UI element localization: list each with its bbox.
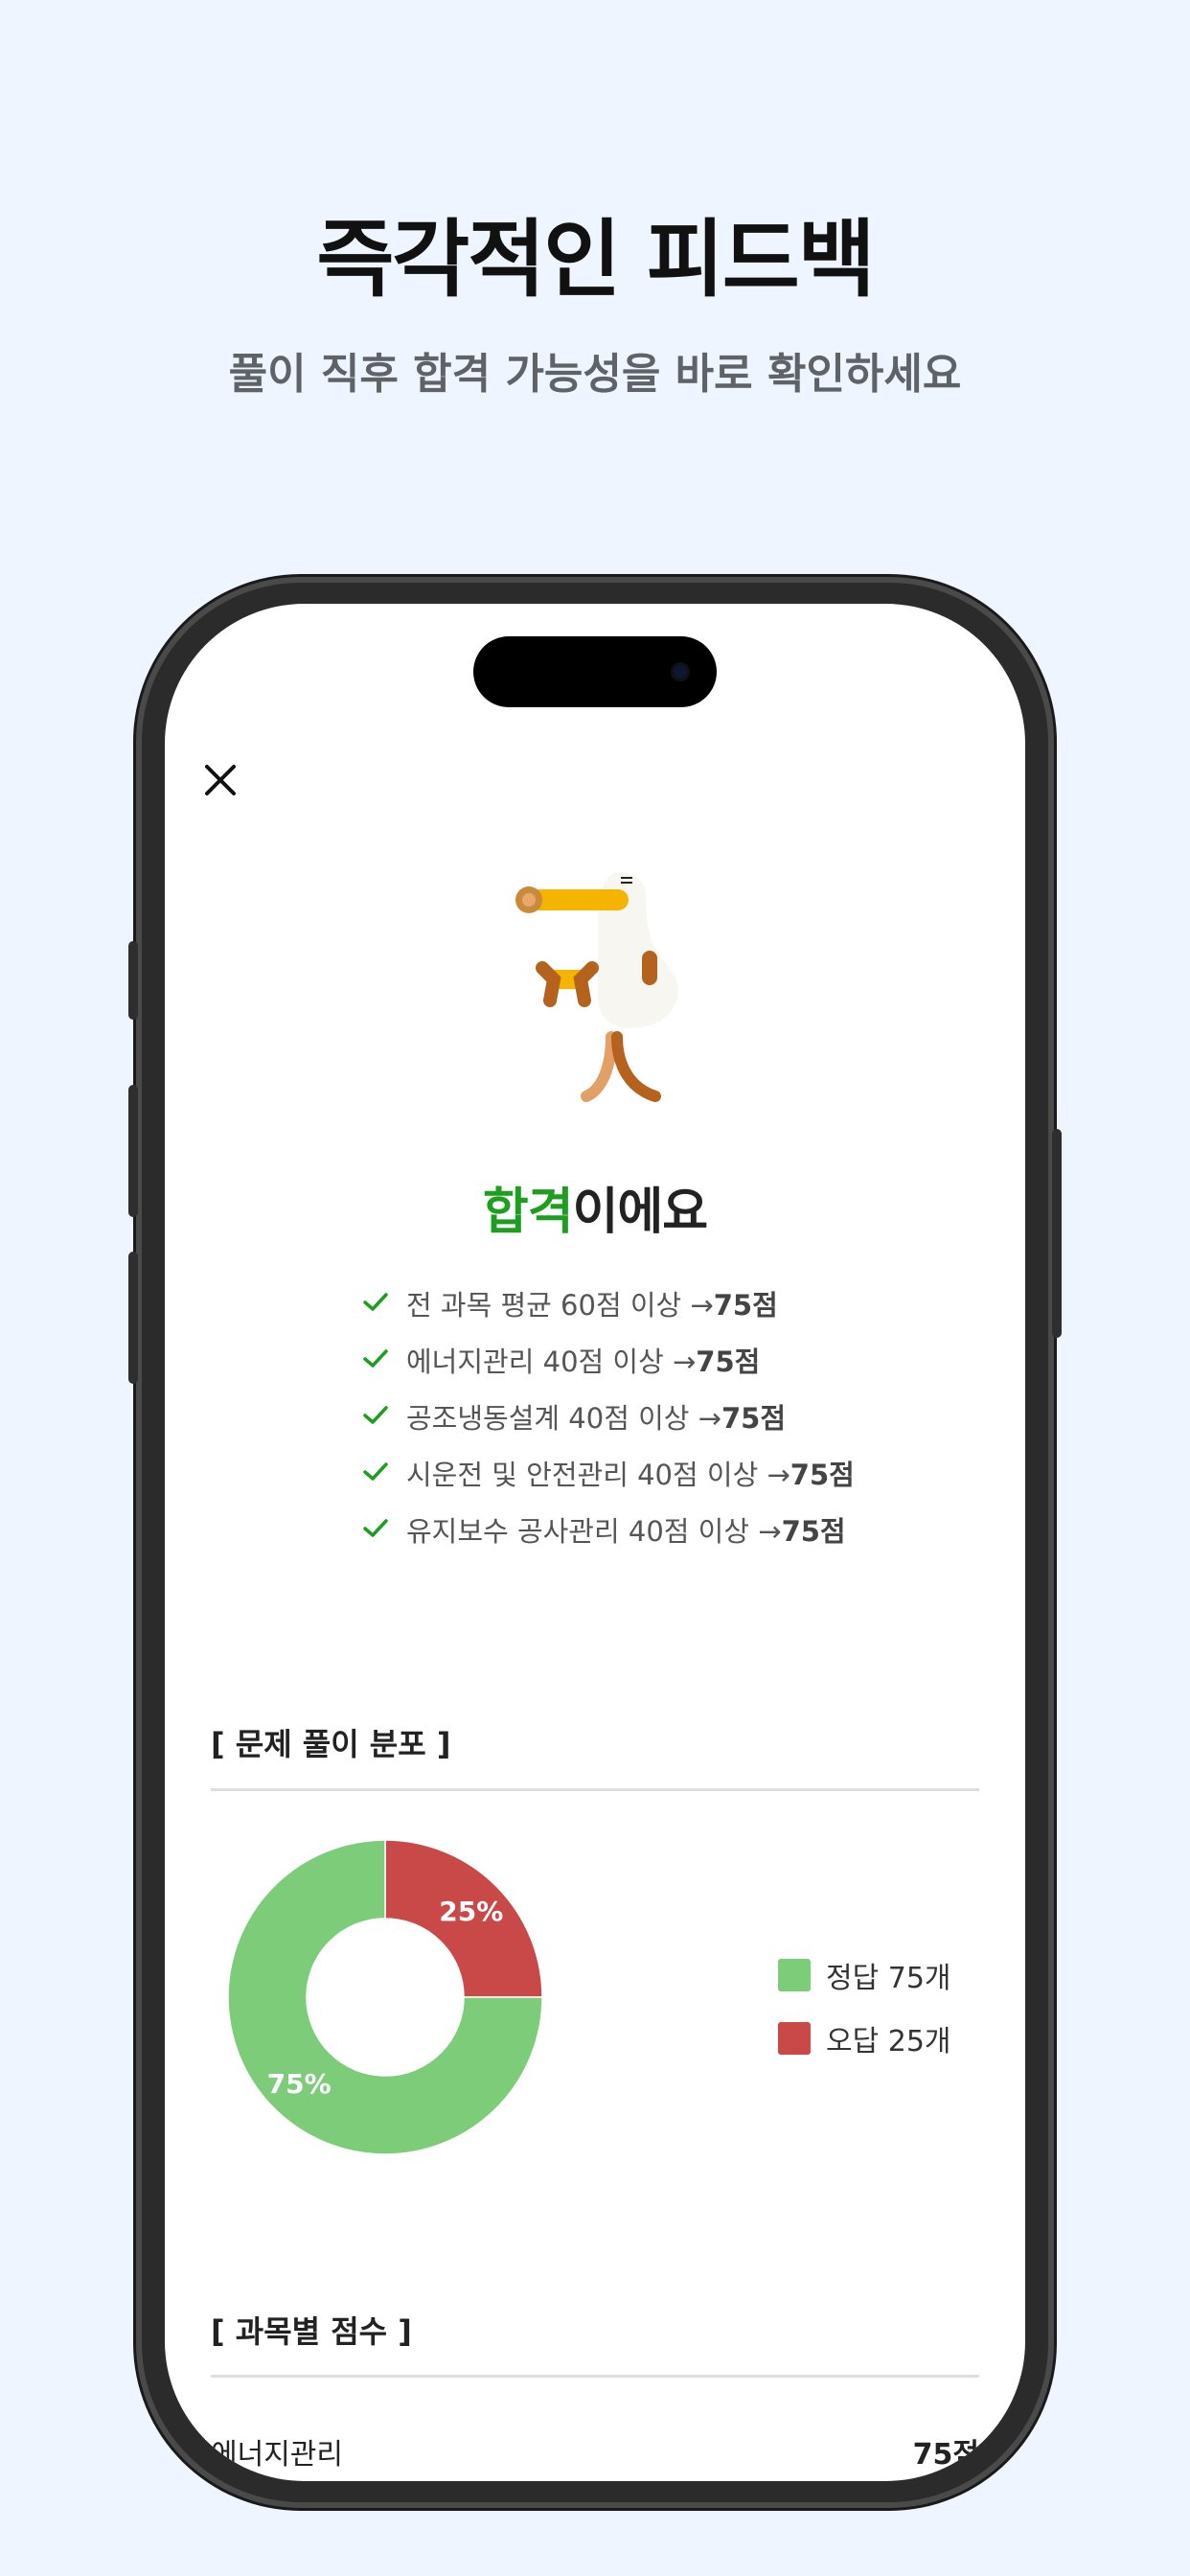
legend-label: 정답 75개 [826,1962,951,1995]
criteria-score: 75점 [696,1345,761,1378]
phone-volume-down [128,1252,138,1384]
criteria-label: 전 과목 평균 60점 이상 → [406,1288,714,1322]
result-title: 합격이에요 [165,1171,1025,1243]
criteria-label: 유지보수 공사관리 40점 이상 → [406,1514,782,1548]
section-divider [211,1788,979,1791]
check-icon [362,1287,406,1320]
chart-legend: 정답 75개 오답 25개 [778,1944,951,2070]
criteria-label: 에너지관리 40점 이상 → [406,1345,697,1378]
check-icon [362,1513,406,1546]
check-icon [362,1457,406,1489]
subject-score-row: 에너지관리 75점 [211,2430,979,2472]
criteria-item: 시운전 및 안전관리 40점 이상 → 75점 [362,1444,855,1501]
camera-icon [671,662,690,681]
result-title-suffix: 이에요 [572,1184,709,1241]
mascot-illustration [515,872,678,1102]
legend-swatch [778,2022,811,2055]
criteria-score: 75점 [713,1288,778,1322]
criteria-score: 75점 [721,1401,787,1435]
legend-label: 오답 25개 [826,2025,951,2058]
pass-criteria-list: 전 과목 평균 60점 이상 → 75점 에너지관리 40점 이상 → 75점 … [362,1275,855,1557]
promo-title: 즉각적인 피드백 [316,210,875,309]
criteria-label: 시운전 및 안전관리 40점 이상 → [406,1458,790,1491]
dynamic-island [473,636,717,707]
phone-action-button [128,941,138,1020]
criteria-label: 공조냉동설계 40점 이상 → [406,1401,721,1435]
close-button[interactable] [197,757,243,803]
check-icon [362,1400,406,1433]
criteria-score: 75점 [781,1514,846,1548]
phone-frame: 합격이에요 전 과목 평균 60점 이상 → 75점 에너지관리 40점 이상 … [128,577,1062,2508]
criteria-item: 공조냉동설계 40점 이상 → 75점 [362,1388,855,1444]
subject-score: 75점 [912,2438,979,2472]
promo-subtitle: 풀이 직후 합격 가능성을 바로 확인하세요 [228,350,962,399]
phone-power-button [1052,1129,1062,1338]
donut-chart: 25% 75% [227,1839,543,2155]
donut-label-정답: 75% [267,2068,332,2100]
section-divider [211,2375,979,2378]
subjects-section-title: [ 과목별 점수 ] [211,2313,412,2350]
criteria-item: 유지보수 공사관리 40점 이상 → 75점 [362,1501,855,1557]
check-icon [362,1344,406,1376]
legend-item-wrong: 오답 25개 [778,2007,951,2070]
legend-swatch [778,1959,811,1991]
criteria-score: 75점 [790,1458,855,1491]
app-screen: 합격이에요 전 과목 평균 60점 이상 → 75점 에너지관리 40점 이상 … [165,604,1025,2481]
legend-item-correct: 정답 75개 [778,1944,951,2007]
phone-volume-up [128,1085,138,1217]
donut-label-오답: 25% [439,1896,503,1927]
subject-name: 에너지관리 [211,2438,343,2472]
distribution-section-title: [ 문제 풀이 분포 ] [211,1726,451,1762]
criteria-item: 에너지관리 40점 이상 → 75점 [362,1331,855,1388]
criteria-item: 전 과목 평균 60점 이상 → 75점 [362,1275,855,1331]
result-status: 합격 [482,1184,574,1241]
close-icon [205,765,236,795]
